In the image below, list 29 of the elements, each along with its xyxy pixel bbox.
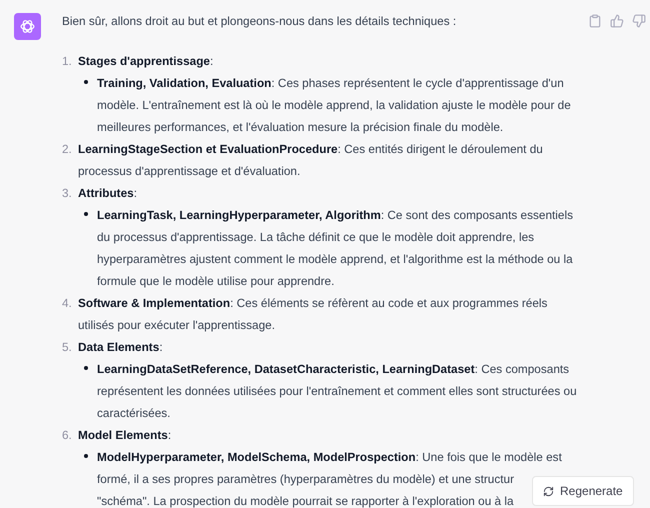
list-number: 2. (62, 141, 73, 158)
regenerate-button[interactable]: Regenerate (532, 476, 634, 506)
assistant-avatar-icon (14, 13, 41, 40)
bullet-text-line: ModelHyperparameter, ModelSchema, ModelProspection: Une fois que le modèle est (97, 449, 562, 466)
list-number: 1. (62, 53, 73, 70)
bullet-text-line: "schéma". La prospection du modèle pourrait se rapporter à l'exploration ou à la (97, 493, 514, 508)
list-item-text: Data Elements: (78, 339, 164, 356)
list-number: 3. (62, 185, 73, 202)
bullet-text-line: formé, il a ses propres paramètres (hyperparamètres du modèle) et une structur (97, 471, 514, 488)
list-item-text: LearningStageSection et EvaluationProcedure: Ces entités dirigent le déroulement du processus d'apprentissage et d'évaluation. (78, 141, 544, 180)
bullet-text: LearningDataSetReference, DatasetCharacteristic, LearningDataset: Ces composants représentent les données utilisées pour l'entraînement et comment elles sont structurées ou caractérisées. (97, 361, 578, 422)
thumbs-down-icon[interactable] (632, 14, 646, 28)
bullet-text: LearningTask, LearningHyperparameter, Algorithm: Ce sont des composants essentiels du processus d'apprentissage. La tâche définit ce que le modèle doit apprendre, les hyperparamètres ajustent comment le modèle apprend, et l'algorithme est la méthode ou la formule que le modèle utilise pour apprendre. (97, 207, 574, 290)
bullet-text: Training, Validation, Evaluation: Ces phases représentent le cycle d'apprentissage d'un modèle. L'entraînement est là où le modèle apprend, la validation ajuste le modèle pour de meilleures performances, et l'évaluation mesure la précision finale du modèle. (97, 75, 572, 136)
bullet-icon (84, 80, 88, 84)
bullet-icon (84, 366, 88, 370)
copy-icon[interactable] (588, 14, 602, 28)
bullet-icon (84, 454, 88, 458)
list-item-text: Software & Implementation: Ces éléments se réfèrent au code et aux programmes réels utilisés pour exécuter l'apprentissage. (78, 295, 548, 334)
list-item-text: Attributes: (78, 185, 138, 202)
list-number: 4. (62, 295, 73, 312)
thumbs-up-icon[interactable] (610, 14, 624, 28)
list-number: 5. (62, 339, 73, 356)
list-item-text: Stages d'apprentissage: (78, 53, 214, 70)
refresh-icon (543, 486, 554, 496)
bullet-icon (84, 212, 88, 216)
list-item-text: Model Elements: (78, 427, 172, 444)
list-number: 6. (62, 427, 73, 444)
message-intro: Bien sûr, allons droit au but et plongeons-nous dans les détails techniques : (62, 13, 458, 30)
